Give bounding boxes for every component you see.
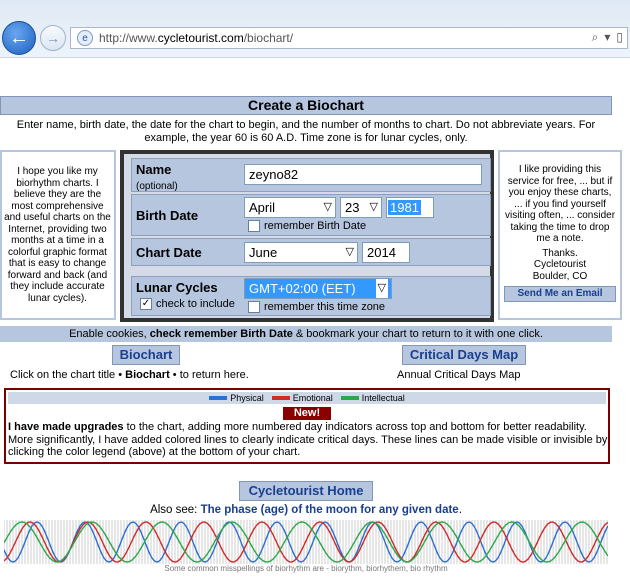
birth-day-value: 23 bbox=[345, 200, 360, 215]
timezone-value: GMT+02:00 (EET) bbox=[249, 281, 356, 296]
biochart-form: Name (optional) zeyno82 Birth Date April ▽… bbox=[120, 150, 494, 322]
forward-button[interactable]: → bbox=[40, 25, 66, 51]
url-prefix: http://www. bbox=[99, 31, 158, 45]
address-bar[interactable]: e http://www.cycletourist.com/biochart/ … bbox=[70, 27, 628, 49]
url-domain: cycletourist.com bbox=[157, 31, 244, 45]
biochart-caption: Click on the chart title • Biochart • to… bbox=[10, 369, 249, 381]
chevron-down-icon: ▽ bbox=[369, 201, 378, 213]
physical-swatch bbox=[209, 396, 228, 400]
wave-emotional bbox=[4, 521, 608, 563]
chart-month-select[interactable]: June ▽ bbox=[244, 242, 358, 263]
url-path: /biochart/ bbox=[243, 31, 294, 45]
lunar-cycles-label: Lunar Cycles bbox=[136, 280, 218, 295]
lunar-include-checkbox[interactable]: ✓ check to include bbox=[140, 298, 235, 311]
biochart-button[interactable]: Biochart bbox=[112, 345, 180, 365]
page-favicon-icon: e bbox=[77, 30, 93, 46]
left-note: I hope you like my biorhythm charts. I b… bbox=[0, 150, 116, 320]
intellectual-swatch bbox=[340, 396, 359, 400]
chart-date-row: Chart Date June ▽ 2014 bbox=[131, 238, 491, 266]
address-icons: ⌕ ▾ ▯ bbox=[592, 30, 623, 45]
cookie-note: Enable cookies, check remember Birth Dat… bbox=[0, 326, 612, 342]
chart-month-value: June bbox=[249, 245, 278, 260]
cookie-post: & bookmark your chart to return to it wi… bbox=[292, 328, 543, 340]
birth-date-label: Birth Date bbox=[136, 208, 199, 223]
checkmark-icon: ✓ bbox=[140, 298, 152, 311]
also-see-post: . bbox=[458, 504, 462, 516]
dropdown-chevron-icon[interactable]: ▾ bbox=[604, 30, 610, 45]
moon-phase-link[interactable]: The phase (age) of the moon for any give… bbox=[201, 504, 459, 516]
name-input[interactable]: zeyno82 bbox=[244, 164, 482, 185]
chevron-down-icon: ▽ bbox=[323, 201, 332, 213]
address-url: http://www.cycletourist.com/biochart/ bbox=[99, 31, 293, 45]
legend-emotional-label: Emotional bbox=[292, 393, 333, 403]
legend-physical-label: Physical bbox=[230, 393, 264, 403]
biorhythm-wave-banner bbox=[4, 520, 608, 564]
birth-month-select[interactable]: April ▽ bbox=[244, 197, 336, 218]
legend-intellectual-label: Intellectual bbox=[361, 393, 405, 403]
page-title: Create a Biochart bbox=[0, 96, 612, 115]
back-arrow-icon: ← bbox=[9, 26, 29, 49]
cycletourist-home-button[interactable]: Cycletourist Home bbox=[239, 481, 373, 501]
new-badge: New! bbox=[283, 407, 331, 420]
legend-physical[interactable]: Physical bbox=[209, 393, 264, 403]
remember-birth-label: remember Birth Date bbox=[264, 220, 367, 232]
checkbox-icon bbox=[248, 301, 260, 314]
legend-intellectual[interactable]: Intellectual bbox=[340, 393, 405, 403]
compat-icon[interactable]: ▯ bbox=[616, 30, 623, 45]
remember-tz-checkbox[interactable]: remember this time zone bbox=[248, 301, 386, 314]
birth-month-value: April bbox=[249, 200, 276, 215]
name-row: Name (optional) zeyno82 bbox=[131, 158, 491, 192]
forward-arrow-icon: → bbox=[46, 30, 60, 46]
send-email-button[interactable]: Send Me an Email bbox=[504, 286, 616, 302]
birth-year-input[interactable]: 1981 bbox=[386, 197, 434, 218]
remember-tz-label: remember this time zone bbox=[264, 301, 386, 313]
right-note-thanks: Thanks. bbox=[542, 247, 578, 259]
search-icon[interactable]: ⌕ bbox=[592, 30, 599, 45]
name-label: Name (optional) bbox=[136, 162, 178, 192]
chart-year-input[interactable]: 2014 bbox=[362, 242, 410, 263]
checkbox-icon bbox=[248, 220, 260, 233]
color-legend: Physical Emotional Intellectual bbox=[8, 392, 606, 404]
birth-date-row: Birth Date April ▽ 23 ▽ 1981 remember Birt… bbox=[131, 194, 491, 236]
remember-birth-checkbox[interactable]: remember Birth Date bbox=[248, 220, 367, 233]
right-note-text: I like providing this service for free, … bbox=[504, 164, 616, 244]
browser-toolbar: ← → e http://www.cycletourist.com/biocha… bbox=[0, 0, 630, 58]
right-note-sig2: Boulder, CO bbox=[532, 270, 588, 282]
name-optional: (optional) bbox=[136, 181, 178, 192]
birth-year-value: 1981 bbox=[388, 200, 421, 215]
back-button[interactable]: ← bbox=[2, 21, 36, 55]
critical-days-button[interactable]: Critical Days Map bbox=[402, 345, 526, 365]
timezone-select[interactable]: GMT+02:00 (EET) ▽ bbox=[244, 278, 392, 299]
chevron-down-icon: ▽ bbox=[345, 246, 354, 258]
legend-emotional[interactable]: Emotional bbox=[271, 393, 333, 403]
also-see-pre: Also see: bbox=[150, 504, 201, 516]
lunar-include-label: check to include bbox=[156, 298, 235, 310]
misspellings-note: Some common misspellings of biorhythm ar… bbox=[164, 564, 448, 573]
chevron-down-icon: ▽ bbox=[375, 279, 388, 298]
cookie-bold: check remember Birth Date bbox=[149, 328, 293, 340]
chart-date-label: Chart Date bbox=[136, 245, 202, 260]
right-note-sig1: Cycletourist bbox=[533, 259, 587, 270]
upgrade-text: I have made upgrades to the chart, addin… bbox=[8, 421, 608, 459]
critical-days-caption: Annual Critical Days Map bbox=[397, 369, 521, 381]
birth-day-select[interactable]: 23 ▽ bbox=[340, 197, 382, 218]
also-see: Also see: The phase (age) of the moon fo… bbox=[0, 504, 612, 516]
upgrade-bold: I have made upgrades bbox=[8, 421, 124, 433]
lunar-cycles-row: Lunar Cycles ✓ check to include GMT+02:00… bbox=[131, 276, 491, 316]
right-note: I like providing this service for free, … bbox=[498, 150, 622, 320]
emotional-swatch bbox=[271, 396, 290, 400]
upgrade-notice: Physical Emotional Intellectual New! I h… bbox=[4, 388, 610, 464]
intro-text: Enter name, birth date, the date for the… bbox=[16, 119, 596, 144]
left-note-text: I hope you like my biorhythm charts. I b… bbox=[4, 166, 111, 304]
cookie-pre: Enable cookies, bbox=[69, 328, 150, 340]
